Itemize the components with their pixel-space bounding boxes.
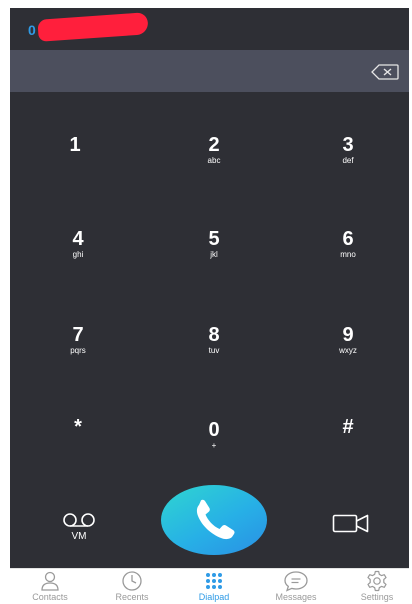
- nav-label: Dialpad: [198, 592, 230, 602]
- key-8[interactable]: 8 tuv: [159, 324, 269, 384]
- key-digit: 6: [342, 228, 354, 250]
- voicemail-button[interactable]: VM: [55, 512, 103, 548]
- video-camera-icon: [332, 514, 369, 533]
- key-digit: 4: [72, 228, 84, 250]
- bottom-navigation: Contacts Recents Dialpad Messages Settin…: [10, 568, 409, 604]
- nav-label: Settings: [360, 592, 394, 602]
- key-hash[interactable]: #: [293, 416, 403, 476]
- redaction-mark: [37, 12, 149, 42]
- nav-contacts[interactable]: Contacts: [10, 570, 90, 604]
- key-digit: 7: [72, 324, 84, 346]
- number-entry-field[interactable]: [10, 50, 409, 92]
- key-4[interactable]: 4 ghi: [23, 228, 133, 288]
- key-letters: wxyz: [339, 346, 357, 355]
- account-header: 0 5000 1: [10, 8, 409, 50]
- key-digit: #: [342, 416, 354, 438]
- status-bar: [0, 0, 412, 8]
- key-letters: ghi: [72, 250, 84, 259]
- key-7[interactable]: 7 pqrs: [23, 324, 133, 384]
- contacts-icon: [41, 571, 59, 591]
- key-letters: mno: [340, 250, 356, 259]
- nav-label: Messages: [275, 592, 317, 602]
- key-digit: 5: [208, 228, 220, 250]
- call-button[interactable]: [161, 485, 267, 555]
- key-letters: abc: [207, 156, 221, 165]
- key-6[interactable]: 6 mno: [293, 228, 403, 288]
- key-letters: pqrs: [70, 346, 86, 355]
- phone-icon: [196, 499, 235, 540]
- key-digit: 3: [342, 134, 354, 156]
- voicemail-label: VM: [71, 531, 87, 542]
- backspace-icon[interactable]: [371, 64, 399, 80]
- nav-dialpad[interactable]: Dialpad: [174, 570, 254, 604]
- key-letters: jkl: [210, 250, 218, 259]
- nav-label: Contacts: [32, 592, 68, 602]
- nav-settings[interactable]: Settings: [337, 570, 412, 604]
- key-letters: tuv: [208, 346, 220, 355]
- video-call-button[interactable]: [332, 512, 370, 536]
- key-letters: def: [342, 156, 354, 165]
- nav-recents[interactable]: Recents: [92, 570, 172, 604]
- key-5[interactable]: 5 jkl: [159, 228, 269, 288]
- key-digit: 8: [208, 324, 220, 346]
- voicemail-icon: [63, 513, 95, 527]
- key-3[interactable]: 3 def: [293, 134, 403, 194]
- key-2[interactable]: 2 abc: [159, 134, 269, 194]
- key-digit: 2: [208, 134, 220, 156]
- key-digit: 1: [69, 134, 81, 156]
- chat-bubble-icon: [284, 571, 308, 592]
- key-star[interactable]: *: [23, 416, 133, 476]
- dialpad: 1 2 abc 3 def 4 ghi 5 jkl 6 mno 7 pqrs 8…: [10, 92, 409, 568]
- key-0[interactable]: 0 +: [159, 419, 269, 479]
- gear-icon: [367, 570, 387, 592]
- key-9[interactable]: 9 wxyz: [293, 324, 403, 384]
- key-1[interactable]: 1: [20, 134, 130, 194]
- clock-icon: [122, 571, 142, 591]
- nav-label: Recents: [115, 592, 149, 602]
- key-letters: +: [211, 441, 217, 450]
- dialpad-icon: [206, 573, 222, 589]
- key-digit: 0: [208, 419, 220, 441]
- nav-messages[interactable]: Messages: [256, 570, 336, 604]
- key-digit: 9: [342, 324, 354, 346]
- key-digit: *: [74, 416, 82, 438]
